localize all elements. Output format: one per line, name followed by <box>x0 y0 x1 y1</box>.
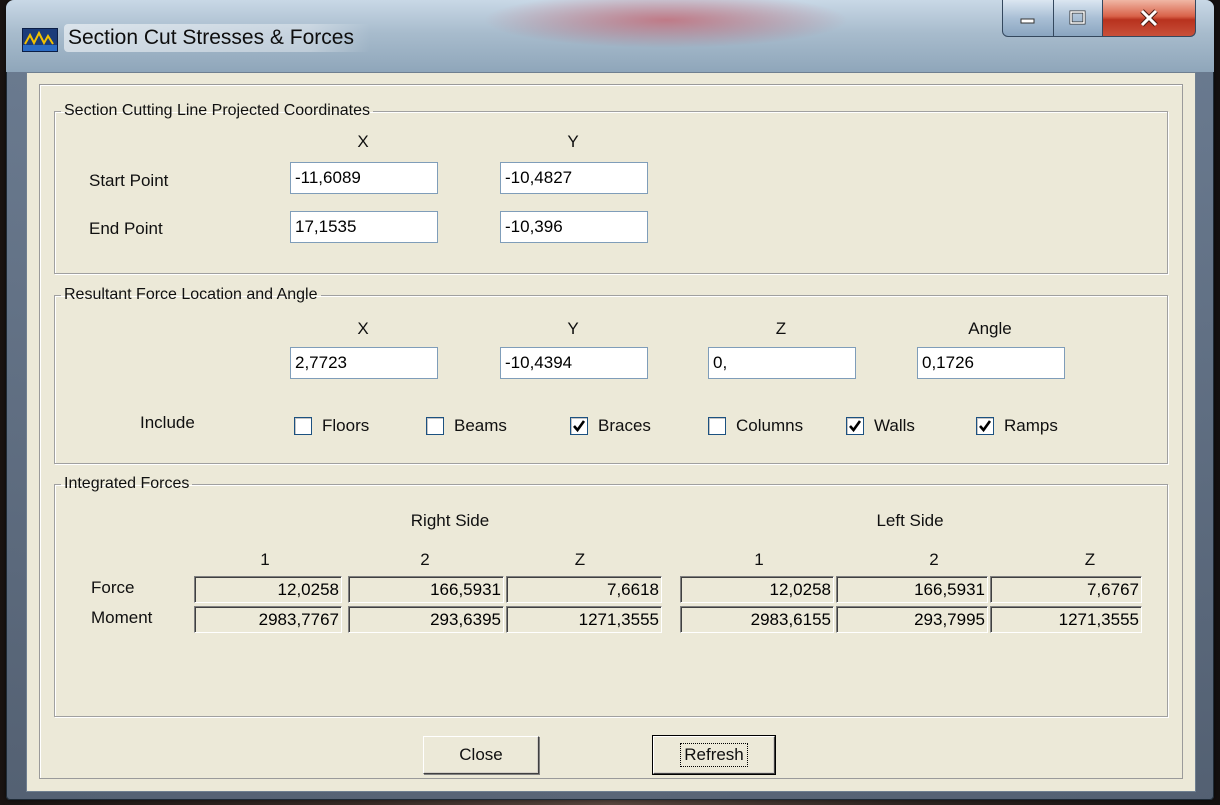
refresh-button[interactable]: Refresh <box>652 735 776 775</box>
left-col-z-header: Z <box>1084 550 1096 569</box>
right-side-header: Right Side <box>410 511 490 530</box>
right-col-2-header: 2 <box>420 550 430 569</box>
resultant-x-field[interactable] <box>290 347 438 379</box>
ramps-label: Ramps <box>1004 416 1058 435</box>
resultant-x-header: X <box>357 319 369 338</box>
left-force-1: 12,0258 <box>680 576 834 603</box>
floors-label: Floors <box>322 416 370 435</box>
force-row-label: Force <box>91 578 135 597</box>
resultant-legend: Resultant Force Location and Angle <box>64 286 318 303</box>
end-y-field[interactable] <box>500 211 648 243</box>
walls-label: Walls <box>874 416 915 435</box>
moment-row-label: Moment <box>91 608 153 627</box>
right-moment-z: 1271,3555 <box>506 606 662 633</box>
left-col-1-header: 1 <box>754 550 764 569</box>
beams-label: Beams <box>454 416 507 435</box>
left-col-2-header: 2 <box>929 550 939 569</box>
left-moment-1: 2983,6155 <box>680 606 834 633</box>
include-beams-checkbox[interactable]: Beams <box>426 416 507 436</box>
right-moment-1: 2983,7767 <box>194 606 342 633</box>
include-walls-checkbox[interactable]: Walls <box>846 416 915 436</box>
include-floors-checkbox[interactable]: Floors <box>294 416 369 436</box>
close-button[interactable]: Close <box>423 736 539 774</box>
start-x-field[interactable] <box>290 162 438 194</box>
braces-check-box[interactable] <box>570 417 588 435</box>
section-cut-legend: Section Cutting Line Projected Coordinat… <box>64 102 370 119</box>
left-force-z: 7,6767 <box>990 576 1142 603</box>
right-col-1-header: 1 <box>260 550 270 569</box>
maximize-button[interactable] <box>1053 0 1103 37</box>
include-columns-checkbox[interactable]: Columns <box>708 416 803 436</box>
right-force-1: 12,0258 <box>194 576 342 603</box>
right-col-z-header: Z <box>574 550 586 569</box>
close-icon <box>1140 9 1158 27</box>
left-moment-2: 293,7995 <box>836 606 988 633</box>
start-y-field[interactable] <box>500 162 648 194</box>
left-side-header: Left Side <box>876 511 944 530</box>
include-braces-checkbox[interactable]: Braces <box>570 416 651 436</box>
include-label: Include <box>140 413 195 432</box>
title-bar[interactable]: Section Cut Stresses & Forces <box>6 0 1214 72</box>
close-button-label: Close <box>459 745 503 764</box>
floors-check-box[interactable] <box>294 417 312 435</box>
section-y-header: Y <box>567 132 579 151</box>
braces-label: Braces <box>598 416 651 435</box>
include-ramps-checkbox[interactable]: Ramps <box>976 416 1058 436</box>
refresh-button-label: Refresh <box>680 743 748 767</box>
columns-check-box[interactable] <box>708 417 726 435</box>
right-moment-2: 293,6395 <box>348 606 504 633</box>
maximize-icon <box>1069 10 1086 25</box>
end-point-label: End Point <box>89 219 163 238</box>
resultant-y-field[interactable] <box>500 347 648 379</box>
resultant-z-header: Z <box>775 319 787 338</box>
left-moment-z: 1271,3555 <box>990 606 1142 633</box>
resultant-angle-header: Angle <box>968 319 1012 338</box>
left-force-2: 166,5931 <box>836 576 988 603</box>
columns-label: Columns <box>736 416 804 435</box>
checkmark-icon <box>979 420 992 433</box>
dialog-window: Section Cut Stresses & Forces Section Cu… <box>6 0 1214 800</box>
ramps-check-box[interactable] <box>976 417 994 435</box>
walls-check-box[interactable] <box>846 417 864 435</box>
resultant-angle-field[interactable] <box>917 347 1065 379</box>
dialog-frame: Section Cutting Line Projected Coordinat… <box>39 84 1183 779</box>
checkmark-icon <box>849 420 862 433</box>
minimize-button[interactable] <box>1002 0 1054 37</box>
right-force-2: 166,5931 <box>348 576 504 603</box>
end-x-field[interactable] <box>290 211 438 243</box>
checkmark-icon <box>573 420 586 433</box>
app-icon <box>22 28 58 52</box>
right-force-z: 7,6618 <box>506 576 662 603</box>
minimize-icon <box>1020 18 1035 24</box>
beams-check-box[interactable] <box>426 417 444 435</box>
start-point-label: Start Point <box>89 171 169 190</box>
resultant-y-header: Y <box>567 319 579 338</box>
resultant-z-field[interactable] <box>708 347 856 379</box>
section-x-header: X <box>357 132 369 151</box>
dialog-body: Section Cutting Line Projected Coordinat… <box>26 72 1196 792</box>
window-title: Section Cut Stresses & Forces <box>64 24 370 52</box>
close-window-button[interactable] <box>1102 0 1196 37</box>
integrated-forces-legend: Integrated Forces <box>64 475 190 492</box>
